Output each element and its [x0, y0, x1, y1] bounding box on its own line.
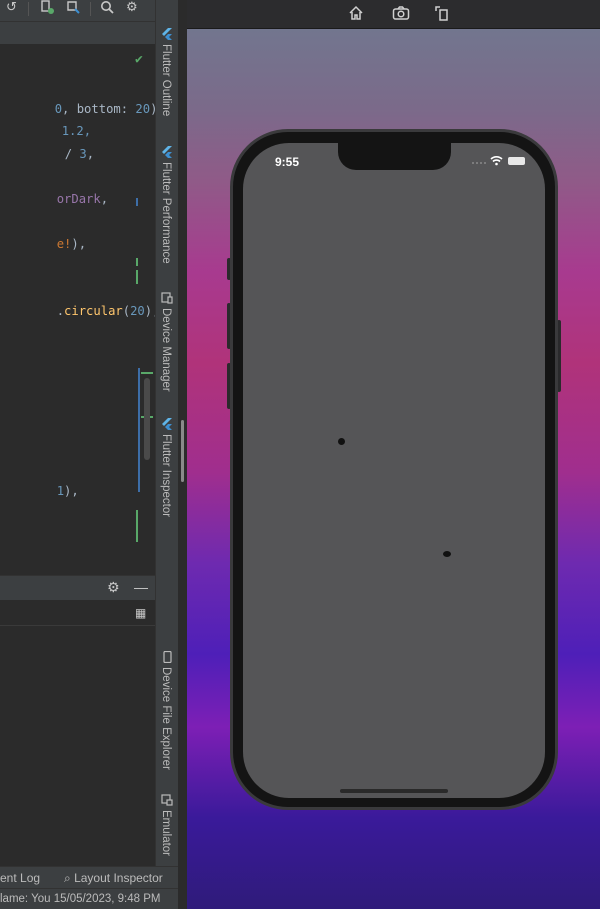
status-bar: lame: You 15/05/2023, 9:48 PM — [0, 888, 178, 909]
device-icon — [161, 292, 173, 304]
scroll-thumb[interactable] — [144, 378, 150, 460]
code-line-3: / 3, — [64, 147, 95, 161]
change-marker — [136, 270, 138, 284]
ios-simulator: 9:55 — [187, 0, 600, 909]
tool-window: ⚙ — ▦ — [0, 575, 155, 865]
window-splitter[interactable] — [178, 0, 187, 909]
minimize-icon[interactable]: — — [134, 579, 148, 595]
scroll-track — [138, 368, 140, 492]
cellular-signal-icon — [472, 162, 486, 164]
flutter-icon — [162, 28, 172, 40]
change-marker — [136, 198, 138, 206]
tab-event-log[interactable]: ent Log — [0, 871, 40, 885]
right-tool-bar: Flutter Outline Flutter Performance Devi… — [155, 0, 178, 866]
flutter-icon — [162, 418, 172, 430]
git-blame-status[interactable]: lame: You 15/05/2023, 9:48 PM — [0, 893, 160, 905]
gear-icon[interactable]: ⚙ — [107, 579, 120, 596]
rotate-icon[interactable] — [432, 3, 452, 23]
tab-device-file-explorer[interactable]: Device File Explorer — [156, 651, 179, 773]
gear-icon[interactable]: ⚙ — [126, 0, 138, 16]
code-line-4: orDark, — [56, 192, 109, 206]
flutter-attach-icon[interactable] — [40, 0, 54, 16]
ide-window: ↺ ⚙ ✔ 0, bottom: 20), 1.2, / — [0, 0, 178, 909]
flutter-icon — [162, 146, 172, 158]
toolbar-separator — [90, 2, 91, 16]
tab-emulator[interactable]: Emulator — [156, 794, 179, 860]
phone-screen[interactable]: 9:55 — [243, 143, 545, 798]
toolbar-separator — [28, 2, 29, 16]
layout-icon[interactable]: ▦ — [135, 606, 146, 620]
tab-label: Flutter Performance — [160, 162, 172, 264]
splitter-handle[interactable] — [181, 420, 184, 482]
emulator-icon — [161, 794, 173, 806]
iphone-frame: 9:55 — [230, 129, 558, 810]
status-time: 9:55 — [275, 155, 300, 169]
simulator-toolbar — [187, 0, 600, 29]
tab-device-manager[interactable]: Device Manager — [156, 292, 179, 397]
editor-scroll-thumb[interactable] — [138, 368, 155, 498]
code-line-5: e!), — [56, 237, 87, 251]
notch — [338, 143, 451, 170]
black-dot[interactable] — [338, 438, 345, 445]
tab-layout-inspector-label: Layout Inspector — [74, 871, 163, 885]
desktop: ↺ ⚙ ✔ 0, bottom: 20), 1.2, / — [0, 0, 600, 909]
change-marker — [136, 258, 138, 266]
tab-layout-inspector[interactable]: ⌕ Layout Inspector — [64, 871, 163, 886]
tab-label: Device File Explorer — [160, 667, 172, 770]
tab-label: Flutter Inspector — [160, 434, 172, 518]
diff-marker — [141, 372, 153, 374]
wifi-icon — [490, 156, 503, 166]
tab-flutter-inspector[interactable]: Flutter Inspector — [156, 418, 179, 523]
code-line-7: 1), — [56, 484, 79, 498]
black-dot[interactable] — [443, 551, 451, 557]
layout-inspector-icon: ⌕ — [64, 871, 71, 885]
battery-icon — [508, 157, 525, 165]
tab-label: Flutter Outline — [160, 44, 172, 117]
ide-toolbar: ↺ ⚙ — [0, 0, 155, 22]
camera-icon[interactable] — [391, 3, 411, 23]
tool-window-header: ⚙ — — [0, 576, 155, 600]
change-marker — [136, 510, 138, 542]
phone-icon — [163, 651, 172, 663]
undo-icon[interactable]: ↺ — [6, 0, 17, 16]
bottom-tool-tabs: ent Log ⌕ Layout Inspector — [0, 866, 178, 888]
home-indicator[interactable] — [340, 789, 448, 793]
tab-flutter-outline[interactable]: Flutter Outline — [156, 28, 179, 128]
home-icon[interactable] — [346, 3, 366, 23]
tab-flutter-performance[interactable]: Flutter Performance — [156, 146, 179, 271]
tab-label: Emulator — [160, 810, 172, 857]
tool-window-subbar: ▦ — [0, 600, 155, 626]
search-icon[interactable] — [100, 0, 114, 16]
flutter-inspect-icon[interactable] — [66, 0, 80, 16]
tab-label: Device Manager — [160, 308, 172, 392]
